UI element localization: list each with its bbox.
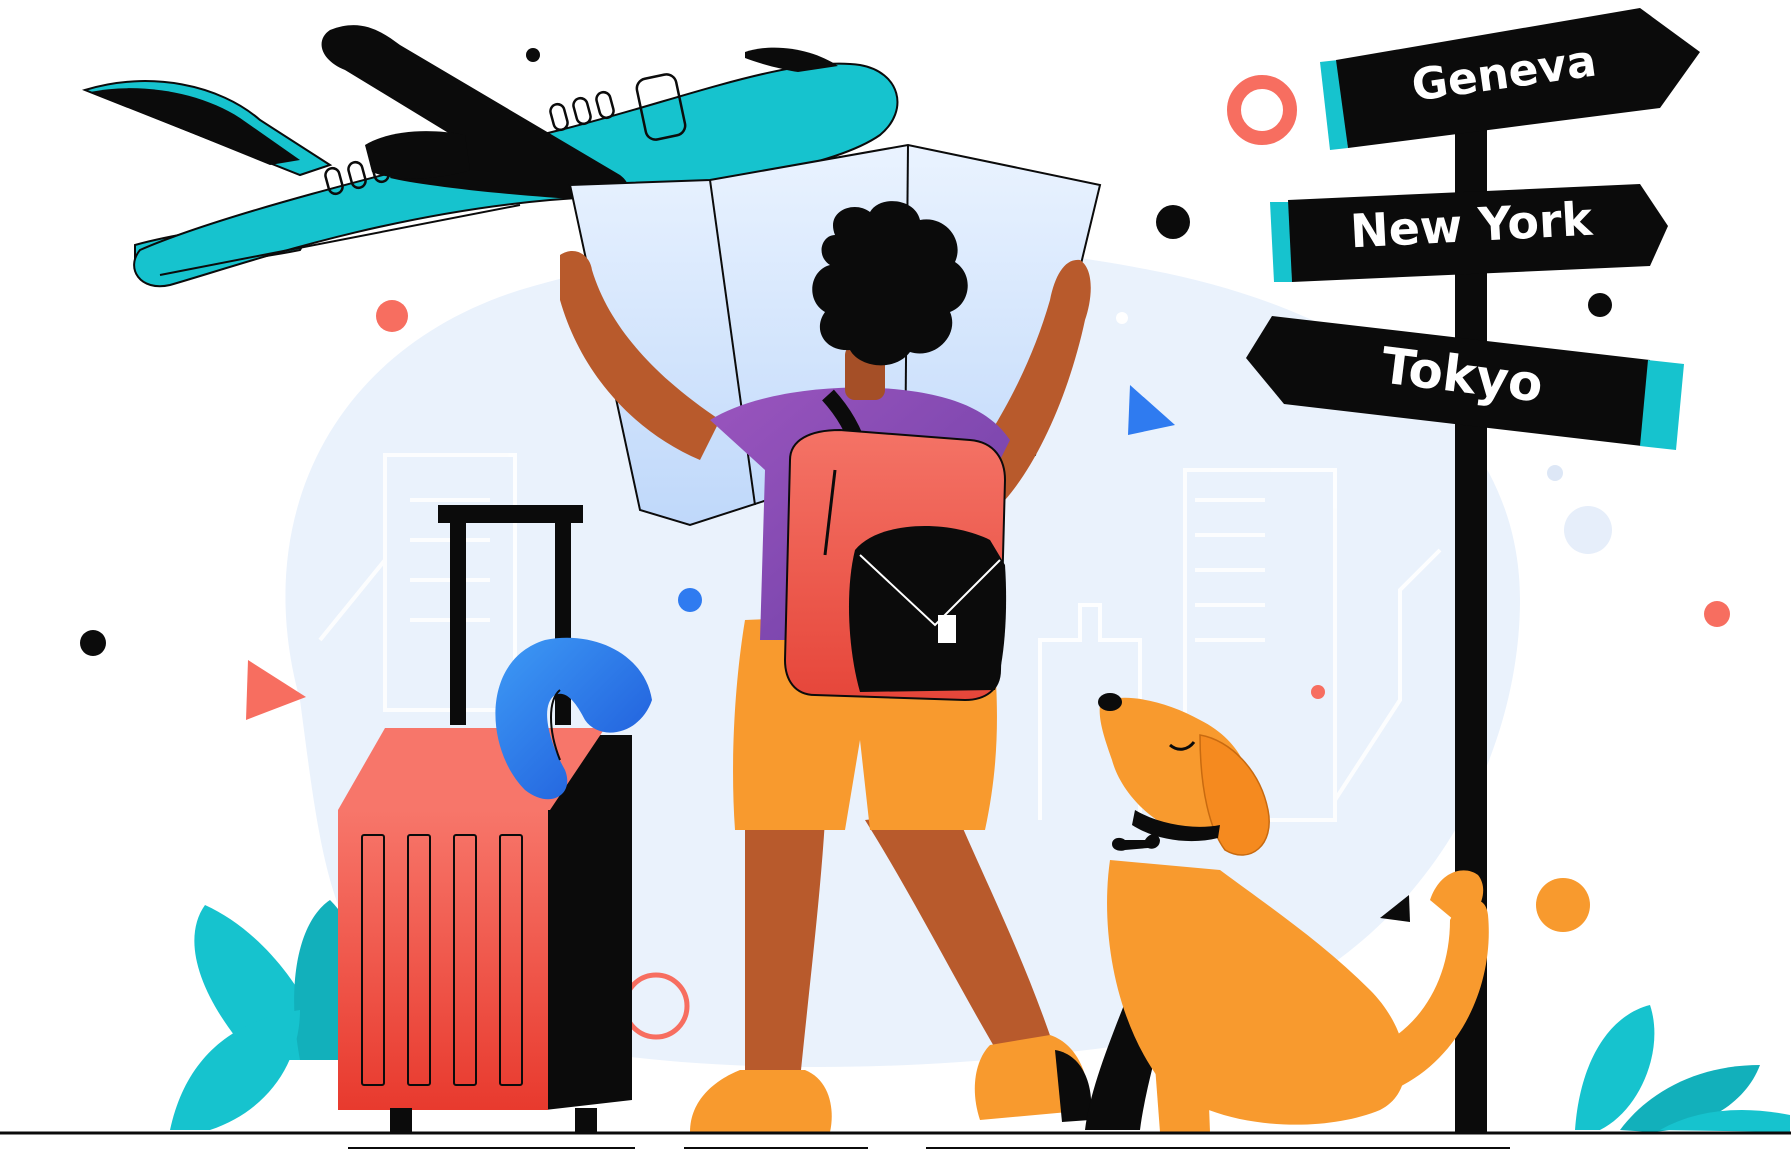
dot	[1704, 601, 1730, 627]
dot	[1564, 506, 1612, 554]
dot	[1156, 205, 1190, 239]
backpack-pocket	[848, 526, 1007, 692]
dot	[1588, 293, 1612, 317]
left-shoe	[690, 1070, 832, 1132]
dog-front-legs	[1150, 1000, 1210, 1132]
airplane-wing	[321, 25, 629, 201]
ground	[0, 1131, 1791, 1149]
dot	[1536, 878, 1590, 932]
suitcase-wheel	[575, 1108, 597, 1132]
dot	[526, 48, 540, 62]
travel-illustration: Geneva New York Tokyo	[0, 8, 1791, 1149]
airplane-engine	[365, 131, 470, 179]
dot	[376, 300, 408, 332]
dot	[1116, 312, 1128, 324]
ring	[1227, 75, 1297, 145]
dot	[80, 630, 106, 656]
dot	[1547, 465, 1563, 481]
hair	[812, 201, 968, 366]
suitcase-handle-left	[450, 515, 466, 725]
dog-nose	[1098, 693, 1122, 711]
suitcase-body	[338, 810, 548, 1110]
backpack-buckle	[938, 615, 956, 643]
suitcase-wheel	[390, 1108, 412, 1132]
dot	[678, 588, 702, 612]
dot	[1311, 685, 1325, 699]
